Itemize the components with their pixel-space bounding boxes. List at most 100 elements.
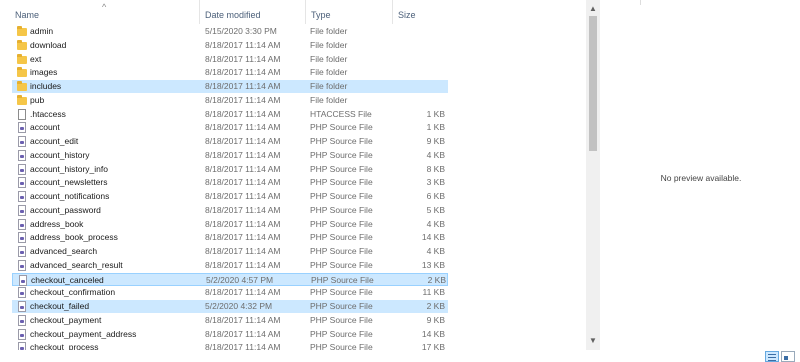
file-date-modified: 8/18/2017 11:14 AM (205, 94, 281, 105)
file-size: 11 KB (422, 287, 445, 298)
scroll-down-arrow-icon[interactable]: ▼ (586, 336, 600, 346)
file-type: PHP Source File (310, 163, 373, 174)
folder-icon (16, 39, 28, 51)
details-view-icon[interactable] (765, 351, 779, 362)
file-type: File folder (310, 81, 348, 91)
file-date-modified: 8/18/2017 11:14 AM (205, 204, 281, 215)
folder-icon (16, 81, 28, 92)
file-date-modified: 8/18/2017 11:14 AM (205, 53, 281, 64)
file-row[interactable]: account_history 8/18/2017 11:14 AM PHP Sou… (12, 149, 448, 162)
file-name: account (30, 122, 60, 133)
file-type: PHP Source File (310, 287, 373, 298)
file-date-modified: 8/18/2017 11:14 AM (205, 314, 281, 325)
php-file-icon (16, 136, 28, 147)
scroll-thumb[interactable] (589, 16, 597, 151)
scroll-up-arrow-icon[interactable]: ▲ (586, 4, 600, 14)
file-name: admin (30, 26, 54, 36)
file-row[interactable]: checkout_failed 5/2/2020 4:32 PM PHP Sourc… (12, 300, 448, 313)
php-file-icon (16, 177, 28, 189)
file-name: pub (30, 94, 45, 105)
file-type: PHP Source File (310, 177, 373, 188)
file-row[interactable]: checkout_payment_address 8/18/2017 11:14 … (12, 328, 448, 341)
column-header-date-modified[interactable]: Date modified (199, 0, 305, 24)
file-name: .htaccess (30, 108, 66, 119)
file-row[interactable]: address_book_process 8/18/2017 11:14 AM PH… (12, 231, 448, 244)
folder-icon (16, 53, 28, 65)
file-row[interactable]: account_password 8/18/2017 11:14 AM PHP So… (12, 204, 448, 217)
file-date-modified: 8/18/2017 11:14 AM (205, 177, 281, 188)
preview-message: No preview available. (660, 173, 742, 183)
file-type: File folder (310, 67, 348, 78)
file-name: account_notifications (30, 191, 110, 201)
vertical-scrollbar[interactable]: ▲ ▼ (586, 0, 600, 350)
php-file-icon (16, 163, 28, 175)
file-size: 14 KB (421, 232, 445, 243)
file-row[interactable]: ext 8/18/2017 11:14 AM File folder (12, 53, 448, 66)
file-row[interactable]: .htaccess 8/18/2017 11:14 AM HTACCESS File… (12, 108, 448, 121)
file-list-pane[interactable]: ^ Name Date modified Type Size admin 5/15… (0, 0, 585, 350)
column-header-name[interactable]: Name (10, 0, 200, 24)
php-file-icon (16, 342, 28, 350)
file-row[interactable]: pub 8/18/2017 11:14 AM File folder (12, 94, 448, 107)
file-row[interactable]: account_history_info 8/18/2017 11:14 AM PH… (12, 163, 448, 176)
file-row[interactable]: includes 8/18/2017 11:14 AM File folder (12, 80, 448, 93)
large-icons-view-icon[interactable] (781, 351, 795, 362)
file-icon (16, 108, 28, 120)
file-type: PHP Source File (310, 342, 373, 350)
file-row[interactable]: account_edit 8/18/2017 11:14 AM PHP Source… (12, 135, 448, 148)
file-type: PHP Source File (310, 328, 373, 339)
file-date-modified: 8/18/2017 11:14 AM (205, 67, 281, 78)
column-header-size[interactable]: Size (392, 0, 450, 24)
file-date-modified: 8/18/2017 11:14 AM (205, 136, 281, 146)
file-name: address_book_process (30, 232, 118, 243)
file-type: PHP Source File (310, 314, 373, 325)
file-size: 3 KB (426, 177, 445, 188)
file-size: 1 KB (426, 108, 445, 119)
file-row[interactable]: account 8/18/2017 11:14 AM PHP Source File… (12, 121, 448, 134)
file-date-modified: 5/15/2020 3:30 PM (205, 26, 277, 36)
file-row[interactable]: checkout_process 8/18/2017 11:14 AM PHP So… (12, 341, 448, 350)
file-row[interactable]: images 8/18/2017 11:14 AM File folder (12, 66, 448, 79)
file-type: PHP Source File (310, 246, 373, 256)
file-date-modified: 8/18/2017 11:14 AM (205, 122, 281, 133)
file-name: account_history_info (30, 163, 108, 174)
file-date-modified: 8/18/2017 11:14 AM (205, 191, 281, 201)
file-type: File folder (310, 39, 348, 50)
file-row[interactable]: account_newsletters 8/18/2017 11:14 AM PHP… (12, 176, 448, 189)
file-date-modified: 8/18/2017 11:14 AM (205, 149, 281, 160)
file-date-modified: 8/18/2017 11:14 AM (205, 287, 281, 298)
file-row[interactable]: checkout_payment 8/18/2017 11:14 AM PHP So… (12, 314, 448, 327)
php-file-icon (16, 328, 28, 340)
file-type: PHP Source File (310, 204, 373, 215)
file-row[interactable]: download 8/18/2017 11:14 AM File folder (12, 39, 448, 52)
file-type: File folder (310, 94, 348, 105)
file-row[interactable]: account_notifications 8/18/2017 11:14 AM P… (12, 190, 448, 203)
file-row[interactable]: address_book 8/18/2017 11:14 AM PHP Source… (12, 218, 448, 231)
file-date-modified: 8/18/2017 11:14 AM (205, 108, 281, 119)
file-name: checkout_payment (30, 314, 102, 325)
file-size (395, 66, 445, 79)
file-name: advanced_search (30, 246, 98, 256)
file-date-modified: 5/2/2020 4:57 PM (206, 274, 274, 285)
file-row[interactable]: advanced_search 8/18/2017 11:14 AM PHP Sou… (12, 245, 448, 258)
file-row[interactable]: advanced_search_result 8/18/2017 11:14 AM… (12, 259, 448, 272)
file-date-modified: 8/18/2017 11:14 AM (205, 232, 281, 243)
file-size: 9 KB (426, 136, 445, 146)
php-file-icon (16, 232, 28, 244)
file-row[interactable]: admin 5/15/2020 3:30 PM File folder (12, 25, 448, 38)
php-file-icon (16, 204, 28, 216)
preview-divider (640, 0, 641, 5)
file-size (395, 80, 445, 93)
column-header-type[interactable]: Type (305, 0, 392, 24)
file-type: PHP Source File (310, 232, 373, 243)
file-size: 4 KB (426, 149, 445, 160)
php-file-icon (16, 301, 28, 312)
file-size (395, 25, 445, 38)
preview-pane: No preview available. (602, 0, 800, 350)
file-name: checkout_confirmation (30, 287, 116, 298)
file-row[interactable]: checkout_confirmation 8/18/2017 11:14 AM P… (12, 286, 448, 299)
file-name: address_book (30, 218, 84, 229)
file-row[interactable]: checkout_canceled 5/2/2020 4:57 PM PHP Sou… (12, 272, 448, 286)
file-size: 8 KB (426, 163, 445, 174)
file-name: checkout_failed (30, 301, 90, 311)
